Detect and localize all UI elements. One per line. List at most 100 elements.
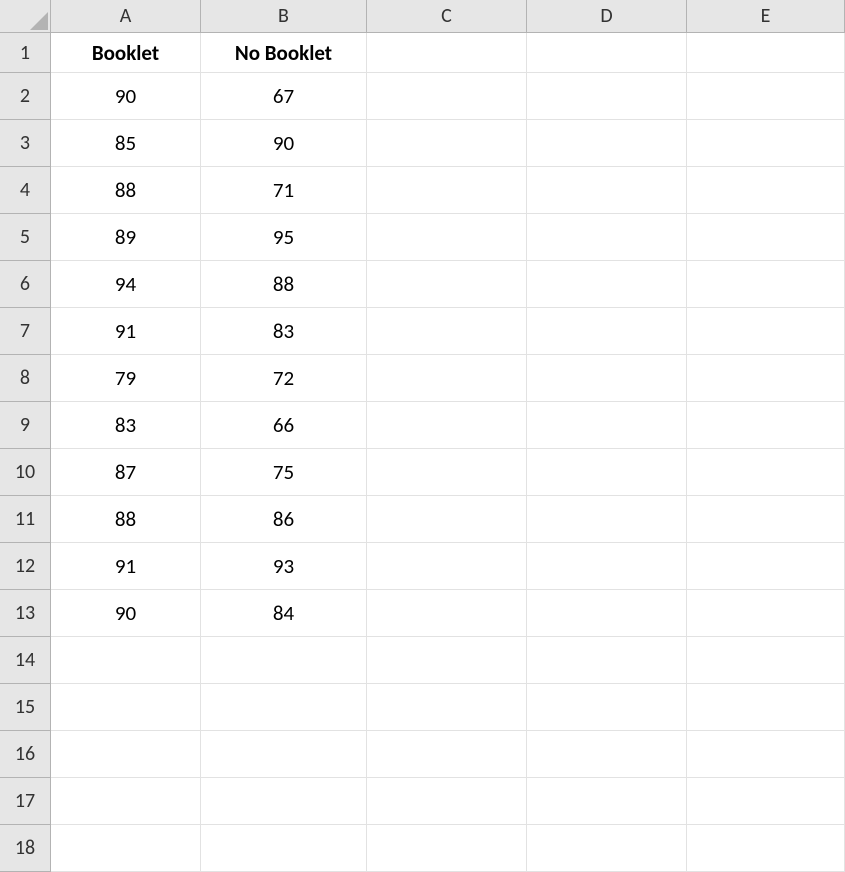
cell-B17[interactable] <box>201 778 367 825</box>
cell-A7[interactable]: 91 <box>51 308 201 355</box>
cell-B11[interactable]: 86 <box>201 496 367 543</box>
cell-D15[interactable] <box>527 684 687 731</box>
row-header-14[interactable]: 14 <box>0 637 51 684</box>
cell-E5[interactable] <box>687 214 845 261</box>
cell-D3[interactable] <box>527 120 687 167</box>
cell-D5[interactable] <box>527 214 687 261</box>
row-header-16[interactable]: 16 <box>0 731 51 778</box>
row-header-17[interactable]: 17 <box>0 778 51 825</box>
cell-D7[interactable] <box>527 308 687 355</box>
row-header-9[interactable]: 9 <box>0 402 51 449</box>
cell-C10[interactable] <box>367 449 527 496</box>
row-header-8[interactable]: 8 <box>0 355 51 402</box>
column-header-D[interactable]: D <box>527 0 687 33</box>
cell-A15[interactable] <box>51 684 201 731</box>
cell-C5[interactable] <box>367 214 527 261</box>
column-header-B[interactable]: B <box>201 0 367 33</box>
row-header-12[interactable]: 12 <box>0 543 51 590</box>
cell-D14[interactable] <box>527 637 687 684</box>
select-all-corner[interactable] <box>0 0 51 33</box>
cell-B2[interactable]: 67 <box>201 73 367 120</box>
cell-C16[interactable] <box>367 731 527 778</box>
cell-A18[interactable] <box>51 825 201 872</box>
cell-C8[interactable] <box>367 355 527 402</box>
cell-E12[interactable] <box>687 543 845 590</box>
cell-A10[interactable]: 87 <box>51 449 201 496</box>
cell-D1[interactable] <box>527 33 687 73</box>
cell-A8[interactable]: 79 <box>51 355 201 402</box>
cell-C13[interactable] <box>367 590 527 637</box>
cell-D12[interactable] <box>527 543 687 590</box>
cell-E13[interactable] <box>687 590 845 637</box>
cell-E11[interactable] <box>687 496 845 543</box>
column-header-C[interactable]: C <box>367 0 527 33</box>
cell-E4[interactable] <box>687 167 845 214</box>
cell-D6[interactable] <box>527 261 687 308</box>
cell-E8[interactable] <box>687 355 845 402</box>
row-header-18[interactable]: 18 <box>0 825 51 872</box>
cell-C17[interactable] <box>367 778 527 825</box>
cell-E2[interactable] <box>687 73 845 120</box>
cell-C1[interactable] <box>367 33 527 73</box>
cell-E1[interactable] <box>687 33 845 73</box>
cell-D17[interactable] <box>527 778 687 825</box>
cell-D13[interactable] <box>527 590 687 637</box>
cell-D8[interactable] <box>527 355 687 402</box>
cell-E17[interactable] <box>687 778 845 825</box>
cell-B16[interactable] <box>201 731 367 778</box>
cell-B14[interactable] <box>201 637 367 684</box>
cell-C11[interactable] <box>367 496 527 543</box>
cell-E16[interactable] <box>687 731 845 778</box>
cell-E9[interactable] <box>687 402 845 449</box>
cell-A4[interactable]: 88 <box>51 167 201 214</box>
cell-E7[interactable] <box>687 308 845 355</box>
cell-C15[interactable] <box>367 684 527 731</box>
column-header-E[interactable]: E <box>687 0 845 33</box>
cell-C4[interactable] <box>367 167 527 214</box>
cell-B5[interactable]: 95 <box>201 214 367 261</box>
cell-A6[interactable]: 94 <box>51 261 201 308</box>
cell-B6[interactable]: 88 <box>201 261 367 308</box>
cell-A5[interactable]: 89 <box>51 214 201 261</box>
cell-A2[interactable]: 90 <box>51 73 201 120</box>
cell-C2[interactable] <box>367 73 527 120</box>
cell-D18[interactable] <box>527 825 687 872</box>
cell-A1[interactable]: Booklet <box>51 33 201 73</box>
cell-B10[interactable]: 75 <box>201 449 367 496</box>
cell-C18[interactable] <box>367 825 527 872</box>
cell-E18[interactable] <box>687 825 845 872</box>
cell-E6[interactable] <box>687 261 845 308</box>
cell-A3[interactable]: 85 <box>51 120 201 167</box>
cell-A13[interactable]: 90 <box>51 590 201 637</box>
cell-B13[interactable]: 84 <box>201 590 367 637</box>
cell-A9[interactable]: 83 <box>51 402 201 449</box>
cell-A16[interactable] <box>51 731 201 778</box>
cell-C6[interactable] <box>367 261 527 308</box>
cell-E3[interactable] <box>687 120 845 167</box>
cell-B18[interactable] <box>201 825 367 872</box>
row-header-5[interactable]: 5 <box>0 214 51 261</box>
cell-C7[interactable] <box>367 308 527 355</box>
row-header-4[interactable]: 4 <box>0 167 51 214</box>
cell-D2[interactable] <box>527 73 687 120</box>
row-header-6[interactable]: 6 <box>0 261 51 308</box>
cell-D10[interactable] <box>527 449 687 496</box>
cell-B1[interactable]: No Booklet <box>201 33 367 73</box>
cell-B8[interactable]: 72 <box>201 355 367 402</box>
cell-B4[interactable]: 71 <box>201 167 367 214</box>
cell-D9[interactable] <box>527 402 687 449</box>
cell-C9[interactable] <box>367 402 527 449</box>
cell-D11[interactable] <box>527 496 687 543</box>
cell-B12[interactable]: 93 <box>201 543 367 590</box>
cell-C12[interactable] <box>367 543 527 590</box>
row-header-7[interactable]: 7 <box>0 308 51 355</box>
cell-C3[interactable] <box>367 120 527 167</box>
row-header-2[interactable]: 2 <box>0 73 51 120</box>
row-header-1[interactable]: 1 <box>0 33 51 73</box>
cell-D4[interactable] <box>527 167 687 214</box>
cell-D16[interactable] <box>527 731 687 778</box>
cell-B3[interactable]: 90 <box>201 120 367 167</box>
cell-E10[interactable] <box>687 449 845 496</box>
cell-B15[interactable] <box>201 684 367 731</box>
cell-B7[interactable]: 83 <box>201 308 367 355</box>
